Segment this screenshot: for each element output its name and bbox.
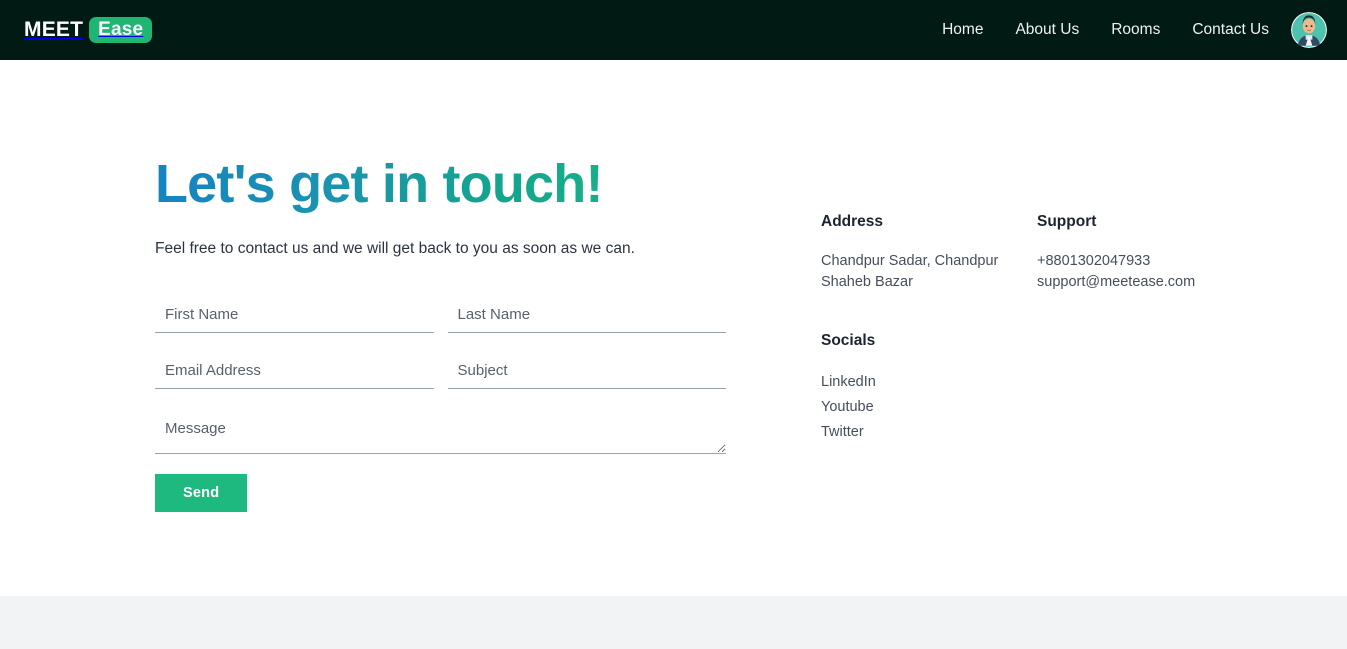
field-subject bbox=[448, 356, 727, 389]
field-last-name bbox=[448, 300, 727, 333]
nav-link-rooms[interactable]: Rooms bbox=[1095, 21, 1176, 39]
site-header: MEET Ease Home About Us Rooms Contact Us bbox=[0, 0, 1347, 60]
info-column-support: Support +8801302047933 support@meetease.… bbox=[1037, 213, 1297, 445]
socials-heading: Socials bbox=[821, 332, 1037, 350]
page-title: Let's get in touch! bbox=[155, 155, 755, 213]
last-name-input[interactable] bbox=[448, 300, 727, 333]
form-row-name bbox=[155, 300, 726, 333]
contact-form: Send bbox=[155, 300, 726, 512]
contact-form-section: Let's get in touch! Feel free to contact… bbox=[155, 155, 755, 512]
footer-band bbox=[0, 596, 1347, 649]
first-name-input[interactable] bbox=[155, 300, 434, 333]
info-column-address: Address Chandpur Sadar, Chandpur Shaheb … bbox=[821, 213, 1037, 445]
contact-info-section: Address Chandpur Sadar, Chandpur Shaheb … bbox=[821, 155, 1297, 445]
form-row-email-subject bbox=[155, 356, 726, 389]
page-subtitle: Feel free to contact us and we will get … bbox=[155, 237, 755, 260]
address-heading: Address bbox=[821, 213, 1037, 231]
nav-link-contact-us[interactable]: Contact Us bbox=[1176, 21, 1291, 39]
field-message bbox=[155, 412, 726, 454]
field-first-name bbox=[155, 300, 434, 333]
support-email: support@meetease.com bbox=[1037, 272, 1297, 293]
send-button[interactable]: Send bbox=[155, 474, 247, 512]
message-textarea[interactable] bbox=[155, 412, 726, 454]
social-link-linkedin[interactable]: LinkedIn bbox=[821, 370, 876, 395]
subject-input[interactable] bbox=[448, 356, 727, 389]
address-line-2: Shaheb Bazar bbox=[821, 272, 1037, 293]
main-navigation: Home About Us Rooms Contact Us bbox=[926, 12, 1327, 48]
nav-link-home[interactable]: Home bbox=[926, 21, 999, 39]
brand-name-badge: Ease bbox=[89, 17, 152, 43]
contact-page-main: Let's get in touch! Feel free to contact… bbox=[0, 60, 1347, 596]
email-input[interactable] bbox=[155, 356, 434, 389]
address-block: Address Chandpur Sadar, Chandpur Shaheb … bbox=[821, 213, 1037, 293]
field-email bbox=[155, 356, 434, 389]
social-link-twitter[interactable]: Twitter bbox=[821, 420, 864, 445]
brand-logo[interactable]: MEET Ease bbox=[24, 17, 152, 43]
content-wrapper: Let's get in touch! Feel free to contact… bbox=[155, 155, 1225, 512]
support-heading: Support bbox=[1037, 213, 1297, 231]
social-link-youtube[interactable]: Youtube bbox=[821, 395, 874, 420]
socials-block: Socials LinkedIn Youtube Twitter bbox=[821, 332, 1037, 445]
address-line-1: Chandpur Sadar, Chandpur bbox=[821, 251, 1037, 272]
user-avatar[interactable] bbox=[1291, 12, 1327, 48]
nav-link-about-us[interactable]: About Us bbox=[999, 21, 1095, 39]
support-phone: +8801302047933 bbox=[1037, 251, 1297, 272]
brand-name-primary: MEET bbox=[24, 18, 83, 42]
